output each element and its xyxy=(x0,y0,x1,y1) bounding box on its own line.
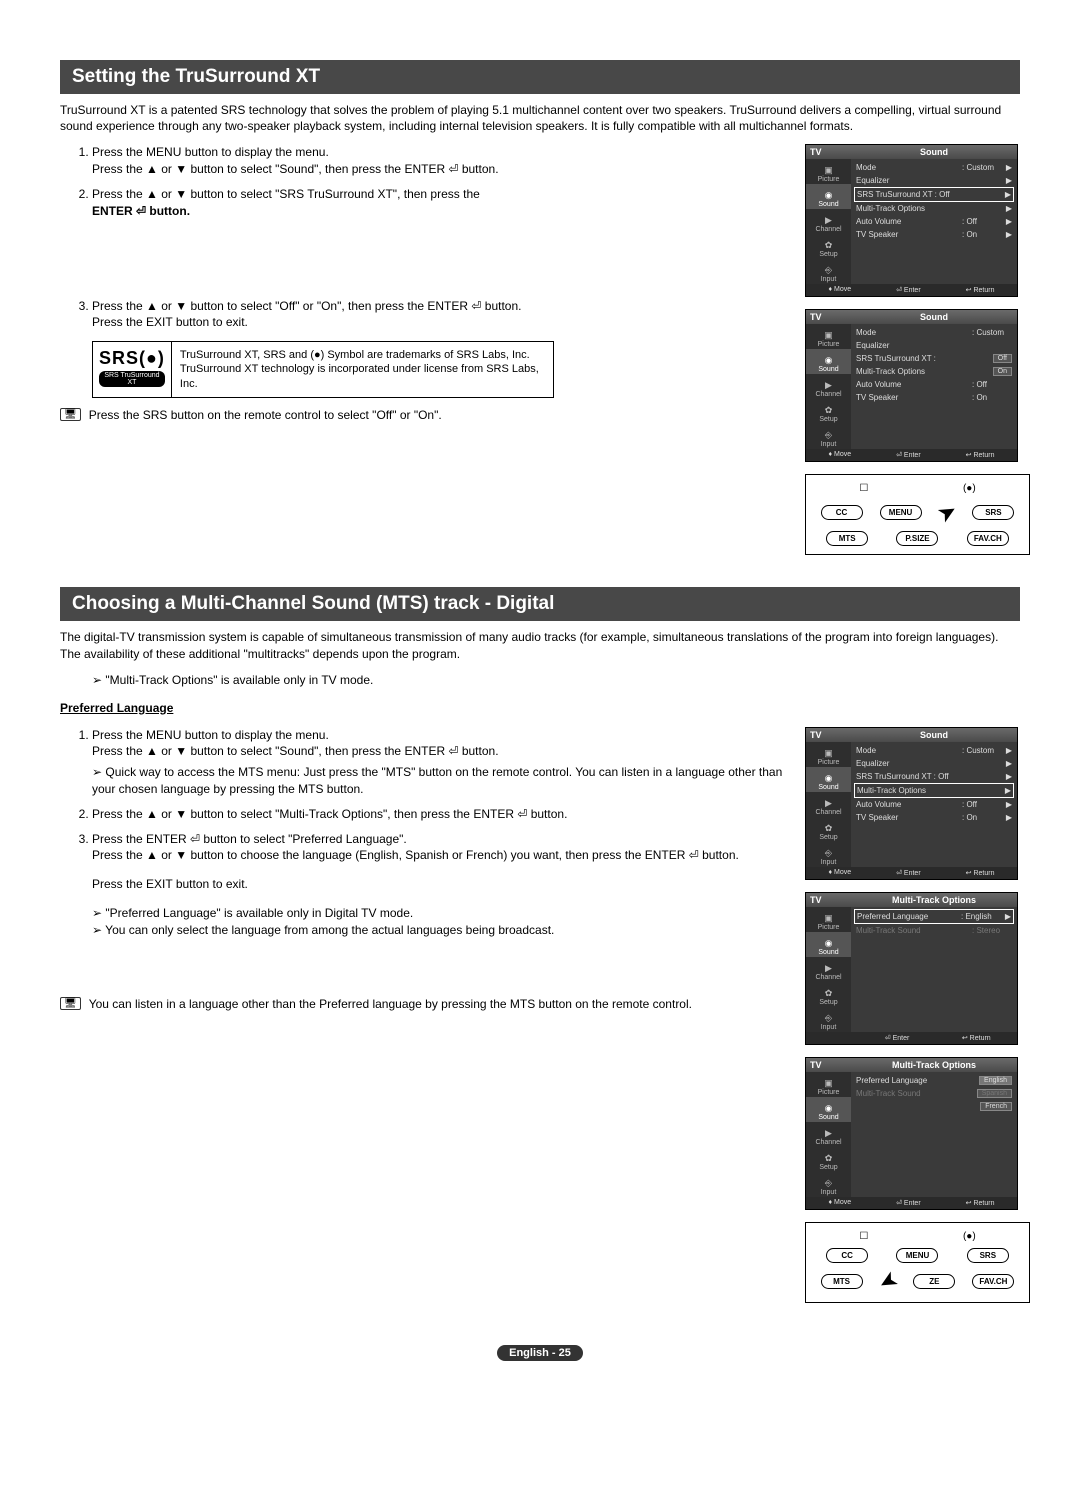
remote-diagram-srs: ☐ (●) CC MENU ➤ SRS MTS P.SIZE FAV.CH xyxy=(805,474,1030,555)
section1-title: Setting the TruSurround XT xyxy=(60,60,1020,94)
display-icon: ☐ xyxy=(859,483,868,494)
tab-input: ⎆Input xyxy=(806,259,851,284)
osd-sound-mto-selected: TVSound ▣Picture ◉Sound ▶Channel ✿Setup … xyxy=(805,727,1018,880)
ze-button[interactable]: ZE xyxy=(913,1274,955,1289)
s1-step3b: Press the EXIT button to exit. xyxy=(92,315,248,329)
s1-step2b: ENTER ⏎ button. xyxy=(92,204,190,218)
s1-hint: 🖥 Press the SRS button on the remote con… xyxy=(60,408,785,422)
s2-step2: Press the ▲ or ▼ button to select "Multi… xyxy=(92,806,785,823)
remote-diagram-mts: ☐ (●) CC MENU SRS MTS ➤ ZE FAV.CH xyxy=(805,1222,1030,1303)
osd-mto-language-dropdown: TVMulti-Track Options ▣Picture ◉Sound ▶C… xyxy=(805,1057,1018,1210)
tab-setup: ✿Setup xyxy=(806,234,851,259)
srs-record-icon: (●) xyxy=(963,1231,976,1242)
tab-picture: ▣Picture xyxy=(806,159,851,184)
s1-step2a: Press the ▲ or ▼ button to select "SRS T… xyxy=(92,187,480,201)
s2-step1: Press the MENU button to display the men… xyxy=(92,727,785,798)
preferred-language-heading: Preferred Language xyxy=(60,701,173,715)
srs-button[interactable]: SRS xyxy=(972,505,1014,520)
cc-button[interactable]: CC xyxy=(826,1248,868,1263)
osd-sound-srs-dropdown: TVSound ▣Picture ◉Sound ▶Channel ✿Setup … xyxy=(805,309,1018,462)
favch-button[interactable]: FAV.CH xyxy=(967,531,1009,546)
psize-button[interactable]: P.SIZE xyxy=(896,531,938,546)
s2-note1: "Multi-Track Options" is available only … xyxy=(92,672,1020,689)
s1-step1a: Press the MENU button to display the men… xyxy=(92,145,329,159)
s1-step1b: Press the ▲ or ▼ button to select "Sound… xyxy=(92,162,499,176)
srs-record-icon: (●) xyxy=(963,483,976,494)
srs-button[interactable]: SRS xyxy=(967,1248,1009,1263)
mts-button[interactable]: MTS xyxy=(821,1274,863,1289)
section1-intro: TruSurround XT is a patented SRS technol… xyxy=(60,102,1020,134)
s2-step3: Press the ENTER ⏎ button to select "Pref… xyxy=(92,831,785,939)
srs-trademark-text: TruSurround XT, SRS and (●) Symbol are t… xyxy=(172,342,553,397)
menu-button[interactable]: MENU xyxy=(880,505,922,520)
display-icon: ☐ xyxy=(859,1231,868,1242)
s1-step2: Press the ▲ or ▼ button to select "SRS T… xyxy=(92,186,785,220)
menu-button[interactable]: MENU xyxy=(896,1248,938,1263)
osd-sound-srs-selected: TVSound ▣Picture ◉Sound ▶Channel ✿Setup … xyxy=(805,144,1018,297)
pointer-arrow-icon: ➤ xyxy=(874,1266,901,1296)
tab-channel: ▶Channel xyxy=(806,209,851,234)
cc-button[interactable]: CC xyxy=(821,505,863,520)
osd-mto-menu: TVMulti-Track Options ▣Picture ◉Sound ▶C… xyxy=(805,892,1018,1045)
srs-trademark-box: SRS(●) SRS TruSurround XT TruSurround XT… xyxy=(92,341,554,398)
s1-step1: Press the MENU button to display the men… xyxy=(92,144,785,178)
pointer-arrow-icon: ➤ xyxy=(933,498,960,528)
page-footer: English - 25 xyxy=(60,1345,1020,1361)
remote-hint-icon: 🖥 xyxy=(60,997,81,1010)
s1-step3a: Press the ▲ or ▼ button to select "Off" … xyxy=(92,299,521,313)
s1-step3: Press the ▲ or ▼ button to select "Off" … xyxy=(92,298,785,332)
section2-title: Choosing a Multi-Channel Sound (MTS) tra… xyxy=(60,587,1020,621)
s2-hint: 🖥 You can listen in a language other tha… xyxy=(60,997,785,1011)
srs-logo: SRS(●) SRS TruSurround XT xyxy=(93,342,172,397)
remote-hint-icon: 🖥 xyxy=(60,408,81,421)
favch-button[interactable]: FAV.CH xyxy=(972,1274,1014,1289)
tab-sound: ◉Sound xyxy=(806,184,851,209)
section2-intro: The digital-TV transmission system is ca… xyxy=(60,629,1020,661)
mts-button[interactable]: MTS xyxy=(826,531,868,546)
